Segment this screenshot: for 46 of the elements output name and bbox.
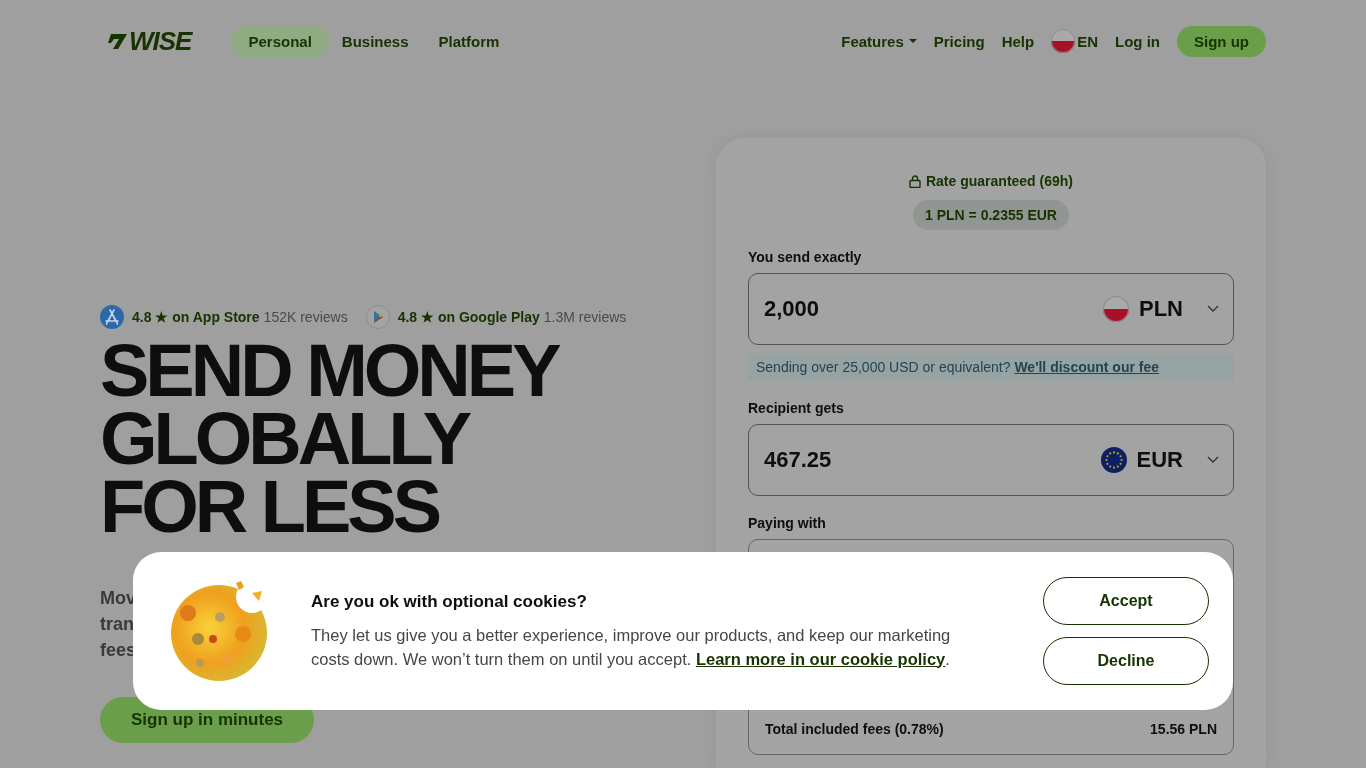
- headline-line: FOR LESS: [100, 473, 439, 541]
- fees-value: 15.56 PLN: [1150, 721, 1217, 737]
- language-selector[interactable]: EN: [1051, 29, 1098, 53]
- rating-score: 4.8 ★ on Google Play: [397, 309, 540, 325]
- review-count: 152K reviews: [263, 309, 348, 325]
- app-store-icon: [100, 305, 124, 329]
- amount-value: 467.25: [764, 447, 833, 473]
- chevron-down-icon: [1207, 305, 1219, 313]
- eu-flag-icon: [1100, 447, 1127, 473]
- currency-selector[interactable]: EUR: [1100, 447, 1219, 473]
- poland-flag-icon: [1103, 296, 1129, 322]
- cookie-title: Are you ok with optional cookies?: [311, 591, 588, 612]
- currency-selector[interactable]: PLN: [1103, 296, 1219, 322]
- cookie-choice-button[interactable]: Decline: [1043, 637, 1209, 685]
- lock-icon: [908, 174, 921, 188]
- field-label: Paying with: [748, 515, 827, 531]
- caret-icon: [908, 39, 917, 43]
- discount-link[interactable]: We'll discount our fee: [1014, 359, 1160, 375]
- cookie-policy-link[interactable]: Learn more in our cookie policy: [695, 649, 946, 668]
- headline-line: GLOBALLY: [100, 405, 469, 473]
- discount-notice: Sending over 25,000 USD or equivalent? We'll discount our fee: [748, 353, 1234, 381]
- amount-field[interactable]: 2,000 PLN: [748, 273, 1234, 345]
- rate-guarantee-note: Rate guaranteed (69h): [925, 173, 1073, 189]
- chevron-down-icon: [1207, 456, 1219, 464]
- fees-label: Total included fees (0.78%): [765, 721, 945, 737]
- flag-logo-icon: [108, 32, 128, 50]
- google-play-icon: [365, 305, 390, 329]
- description-fragment: tran: [100, 613, 134, 636]
- field-label: Recipient gets: [748, 400, 845, 416]
- poland-flag-icon: [1051, 29, 1076, 53]
- headline-line: SEND MONEY: [100, 337, 558, 405]
- cookie-choice-button[interactable]: Accept: [1043, 577, 1209, 625]
- nav-tab[interactable]: Personal: [231, 25, 329, 57]
- amount-value: 2,000: [764, 296, 821, 322]
- nav-link[interactable]: Pricing: [933, 32, 985, 50]
- wise-logo[interactable]: WISE: [129, 25, 192, 57]
- field-label: You send exactly: [748, 249, 863, 265]
- nav-link[interactable]: Log in: [1115, 32, 1160, 50]
- rating-score: 4.8 ★ on App Store: [132, 309, 260, 325]
- exchange-rate: 1 PLN = 0.2355 EUR: [913, 200, 1069, 230]
- amount-field[interactable]: 467.25 EUR: [748, 424, 1234, 496]
- cookie-description: They let us give you a better experience, improve our products, and keep our marketing costs down. We won’t turn them on until you accept. Learn more in our cookie policy.: [311, 624, 952, 670]
- features-menu[interactable]: Features: [841, 32, 917, 50]
- sign-up-button[interactable]: Sign up: [1177, 25, 1266, 57]
- review-count: 1.3M reviews: [543, 309, 627, 325]
- nav-link[interactable]: Help: [1001, 32, 1035, 50]
